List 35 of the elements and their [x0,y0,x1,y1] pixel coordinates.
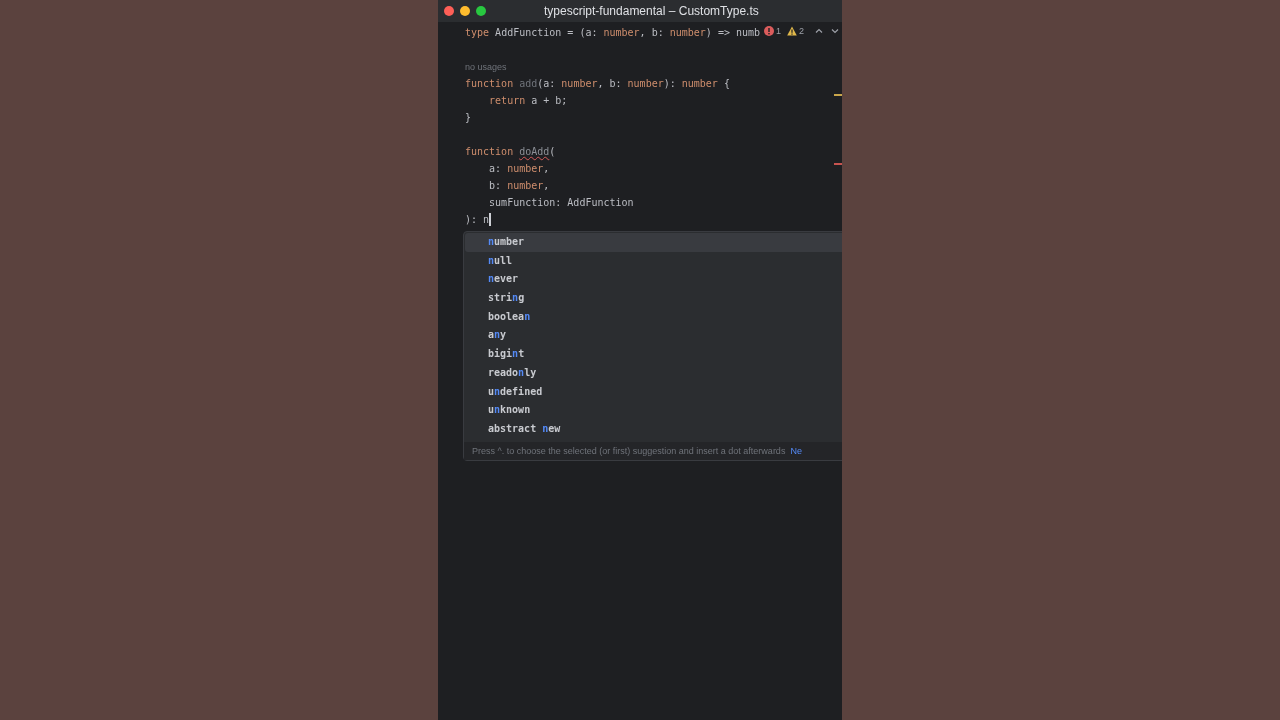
completion-item[interactable]: boolean [465,307,842,327]
code-line: type AddFunction = (a: number, b: number) => numb [465,26,761,40]
code-line: } [465,111,472,125]
chevron-up-icon[interactable] [814,26,824,36]
completion-item[interactable]: never [465,270,842,290]
completion-item[interactable]: bigint [465,345,842,364]
warning-icon[interactable] [787,26,797,36]
error-icon[interactable] [763,26,774,36]
error-count: 1 [775,26,781,36]
close-button[interactable] [444,6,454,16]
code-line: ): n [465,213,490,227]
completion-item[interactable]: readonly [465,363,842,383]
completion-hint: Press ^. to choose the selected (or first) suggestion and insert a dot afterwards [472,445,786,456]
completion-item[interactable]: string [465,289,842,308]
completion-item[interactable]: undefined [465,382,842,402]
window-title: typescript-fundamental – CustomType.ts [544,4,759,18]
chevron-down-icon[interactable] [830,26,840,36]
error-marker[interactable] [834,163,842,165]
next-tip-link[interactable]: Ne [790,445,802,456]
completion-item[interactable]: unknown [465,401,842,420]
zoom-button[interactable] [476,6,486,16]
code-line: b: number, [488,179,550,193]
completion-item[interactable]: number [465,233,842,252]
usage-hint[interactable]: no usages [465,61,507,72]
warning-marker[interactable] [834,94,842,96]
completion-item[interactable]: any [465,326,842,346]
completion-item[interactable]: null [465,251,842,271]
code-line: return a + b; [488,94,568,108]
warning-count: 2 [799,26,804,36]
code-line: function doAdd( [465,145,556,159]
code-line: function add(a: number, b: number): number { [465,77,730,91]
code-line: a: number, [488,162,550,176]
minimize-button[interactable] [460,6,470,16]
completion-item[interactable]: abstract new [465,419,842,439]
code-line: sumFunction: AddFunction [488,196,634,210]
